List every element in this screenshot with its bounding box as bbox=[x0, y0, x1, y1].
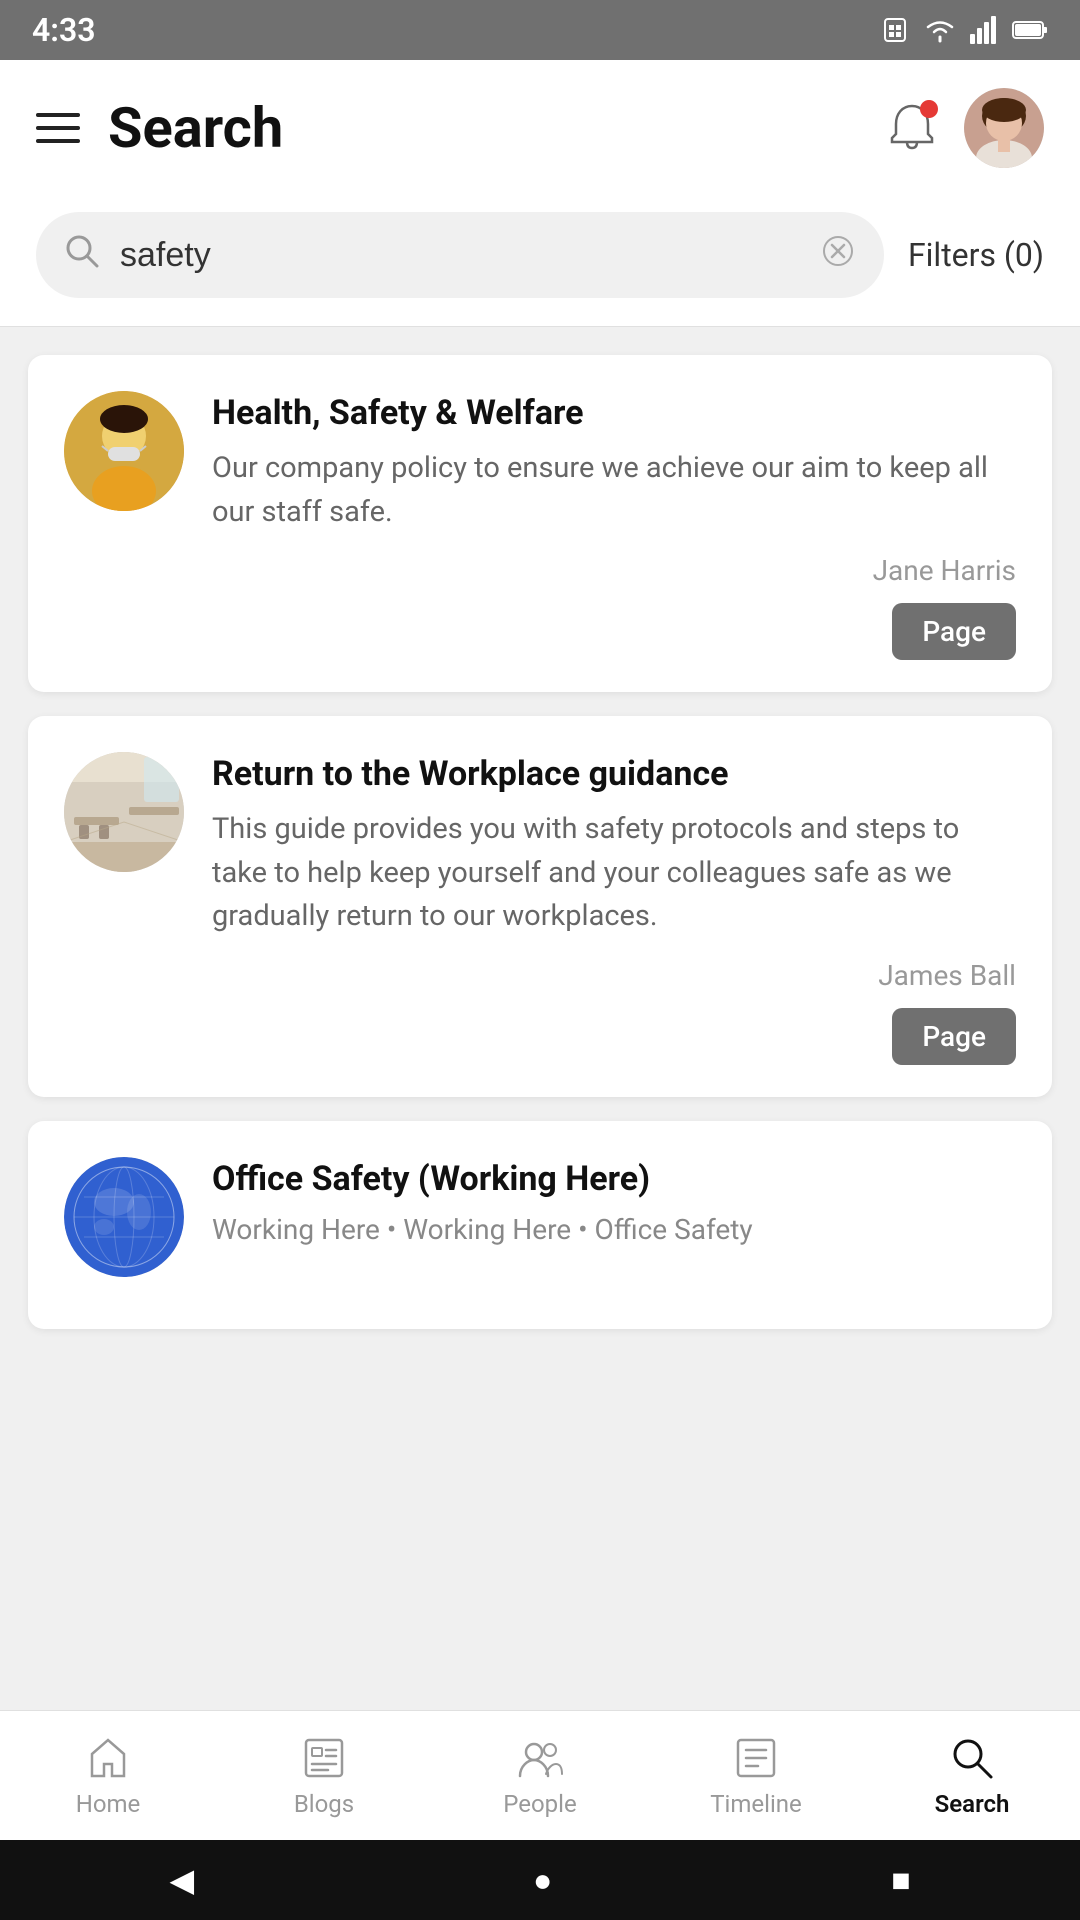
top-bar-right bbox=[884, 88, 1044, 168]
card-top: Health, Safety & Welfare Our company pol… bbox=[64, 391, 1016, 534]
result-card[interactable]: Office Safety (Working Here) Working Her… bbox=[28, 1121, 1052, 1329]
card-footer: Jane Harris bbox=[64, 554, 1016, 587]
android-home-button[interactable]: ● bbox=[533, 1861, 552, 1899]
card-author: Jane Harris bbox=[873, 554, 1016, 587]
nav-item-home[interactable]: Home bbox=[0, 1722, 216, 1830]
nav-item-blogs[interactable]: Blogs bbox=[216, 1722, 432, 1830]
status-bar: 4:33 bbox=[0, 0, 1080, 60]
notification-badge bbox=[920, 100, 938, 118]
page-title: Search bbox=[108, 95, 283, 161]
nav-label-home: Home bbox=[76, 1790, 141, 1818]
android-recent-button[interactable]: ■ bbox=[891, 1861, 910, 1899]
people-icon bbox=[516, 1734, 564, 1782]
search-section: Filters (0) bbox=[0, 192, 1080, 327]
top-bar: Search bbox=[0, 60, 1080, 192]
top-bar-left: Search bbox=[36, 95, 283, 161]
card-info: Office Safety (Working Here) Working Her… bbox=[212, 1157, 1016, 1246]
card-thumbnail bbox=[64, 752, 184, 872]
status-icons bbox=[880, 15, 1048, 45]
card-thumbnail bbox=[64, 391, 184, 511]
card-desc: This guide provides you with safety prot… bbox=[212, 808, 1016, 939]
result-card[interactable]: Return to the Workplace guidance This gu… bbox=[28, 716, 1052, 1097]
search-glass-icon bbox=[64, 233, 100, 278]
card-author: James Ball bbox=[878, 959, 1016, 992]
card-info: Return to the Workplace guidance This gu… bbox=[212, 752, 1016, 939]
search-results: Health, Safety & Welfare Our company pol… bbox=[0, 327, 1080, 1357]
timeline-icon bbox=[732, 1734, 780, 1782]
android-back-button[interactable]: ◀ bbox=[169, 1861, 194, 1899]
nav-item-timeline[interactable]: Timeline bbox=[648, 1722, 864, 1830]
card-title: Office Safety (Working Here) bbox=[212, 1157, 1016, 1201]
card-footer: James Ball bbox=[64, 959, 1016, 992]
avatar[interactable] bbox=[964, 88, 1044, 168]
bottom-nav: Home Blogs People Timeline bbox=[0, 1710, 1080, 1840]
card-desc: Our company policy to ensure we achieve … bbox=[212, 447, 1016, 534]
card-title: Return to the Workplace guidance bbox=[212, 752, 1016, 796]
search-clear-icon[interactable] bbox=[820, 233, 856, 278]
hamburger-button[interactable] bbox=[36, 113, 80, 143]
card-thumbnail bbox=[64, 1157, 184, 1277]
nav-label-people: People bbox=[503, 1790, 576, 1818]
nav-label-search: Search bbox=[935, 1790, 1010, 1818]
status-time: 4:33 bbox=[32, 11, 96, 49]
nav-item-people[interactable]: People bbox=[432, 1722, 648, 1830]
card-info: Health, Safety & Welfare Our company pol… bbox=[212, 391, 1016, 534]
card-subtitle: Working Here • Working Here • Office Saf… bbox=[212, 1213, 1016, 1246]
card-tag[interactable]: Page bbox=[892, 1008, 1016, 1065]
home-icon bbox=[84, 1734, 132, 1782]
card-top: Return to the Workplace guidance This gu… bbox=[64, 752, 1016, 939]
card-top: Office Safety (Working Here) Working Her… bbox=[64, 1157, 1016, 1277]
signal-icon bbox=[970, 16, 1000, 44]
sim-icon bbox=[880, 15, 910, 45]
result-card[interactable]: Health, Safety & Welfare Our company pol… bbox=[28, 355, 1052, 692]
search-row: Filters (0) bbox=[36, 212, 1044, 298]
search-nav-icon bbox=[948, 1734, 996, 1782]
nav-label-blogs: Blogs bbox=[294, 1790, 354, 1818]
nav-item-search[interactable]: Search bbox=[864, 1722, 1080, 1830]
wifi-icon bbox=[922, 15, 958, 45]
card-tag[interactable]: Page bbox=[892, 603, 1016, 660]
card-title: Health, Safety & Welfare bbox=[212, 391, 1016, 435]
nav-label-timeline: Timeline bbox=[710, 1790, 802, 1818]
search-input-wrapper bbox=[36, 212, 884, 298]
search-input[interactable] bbox=[120, 236, 820, 275]
battery-icon bbox=[1012, 18, 1048, 42]
notification-button[interactable] bbox=[884, 98, 940, 158]
filters-button[interactable]: Filters (0) bbox=[908, 236, 1044, 274]
android-nav: ◀ ● ■ bbox=[0, 1840, 1080, 1920]
blogs-icon bbox=[300, 1734, 348, 1782]
